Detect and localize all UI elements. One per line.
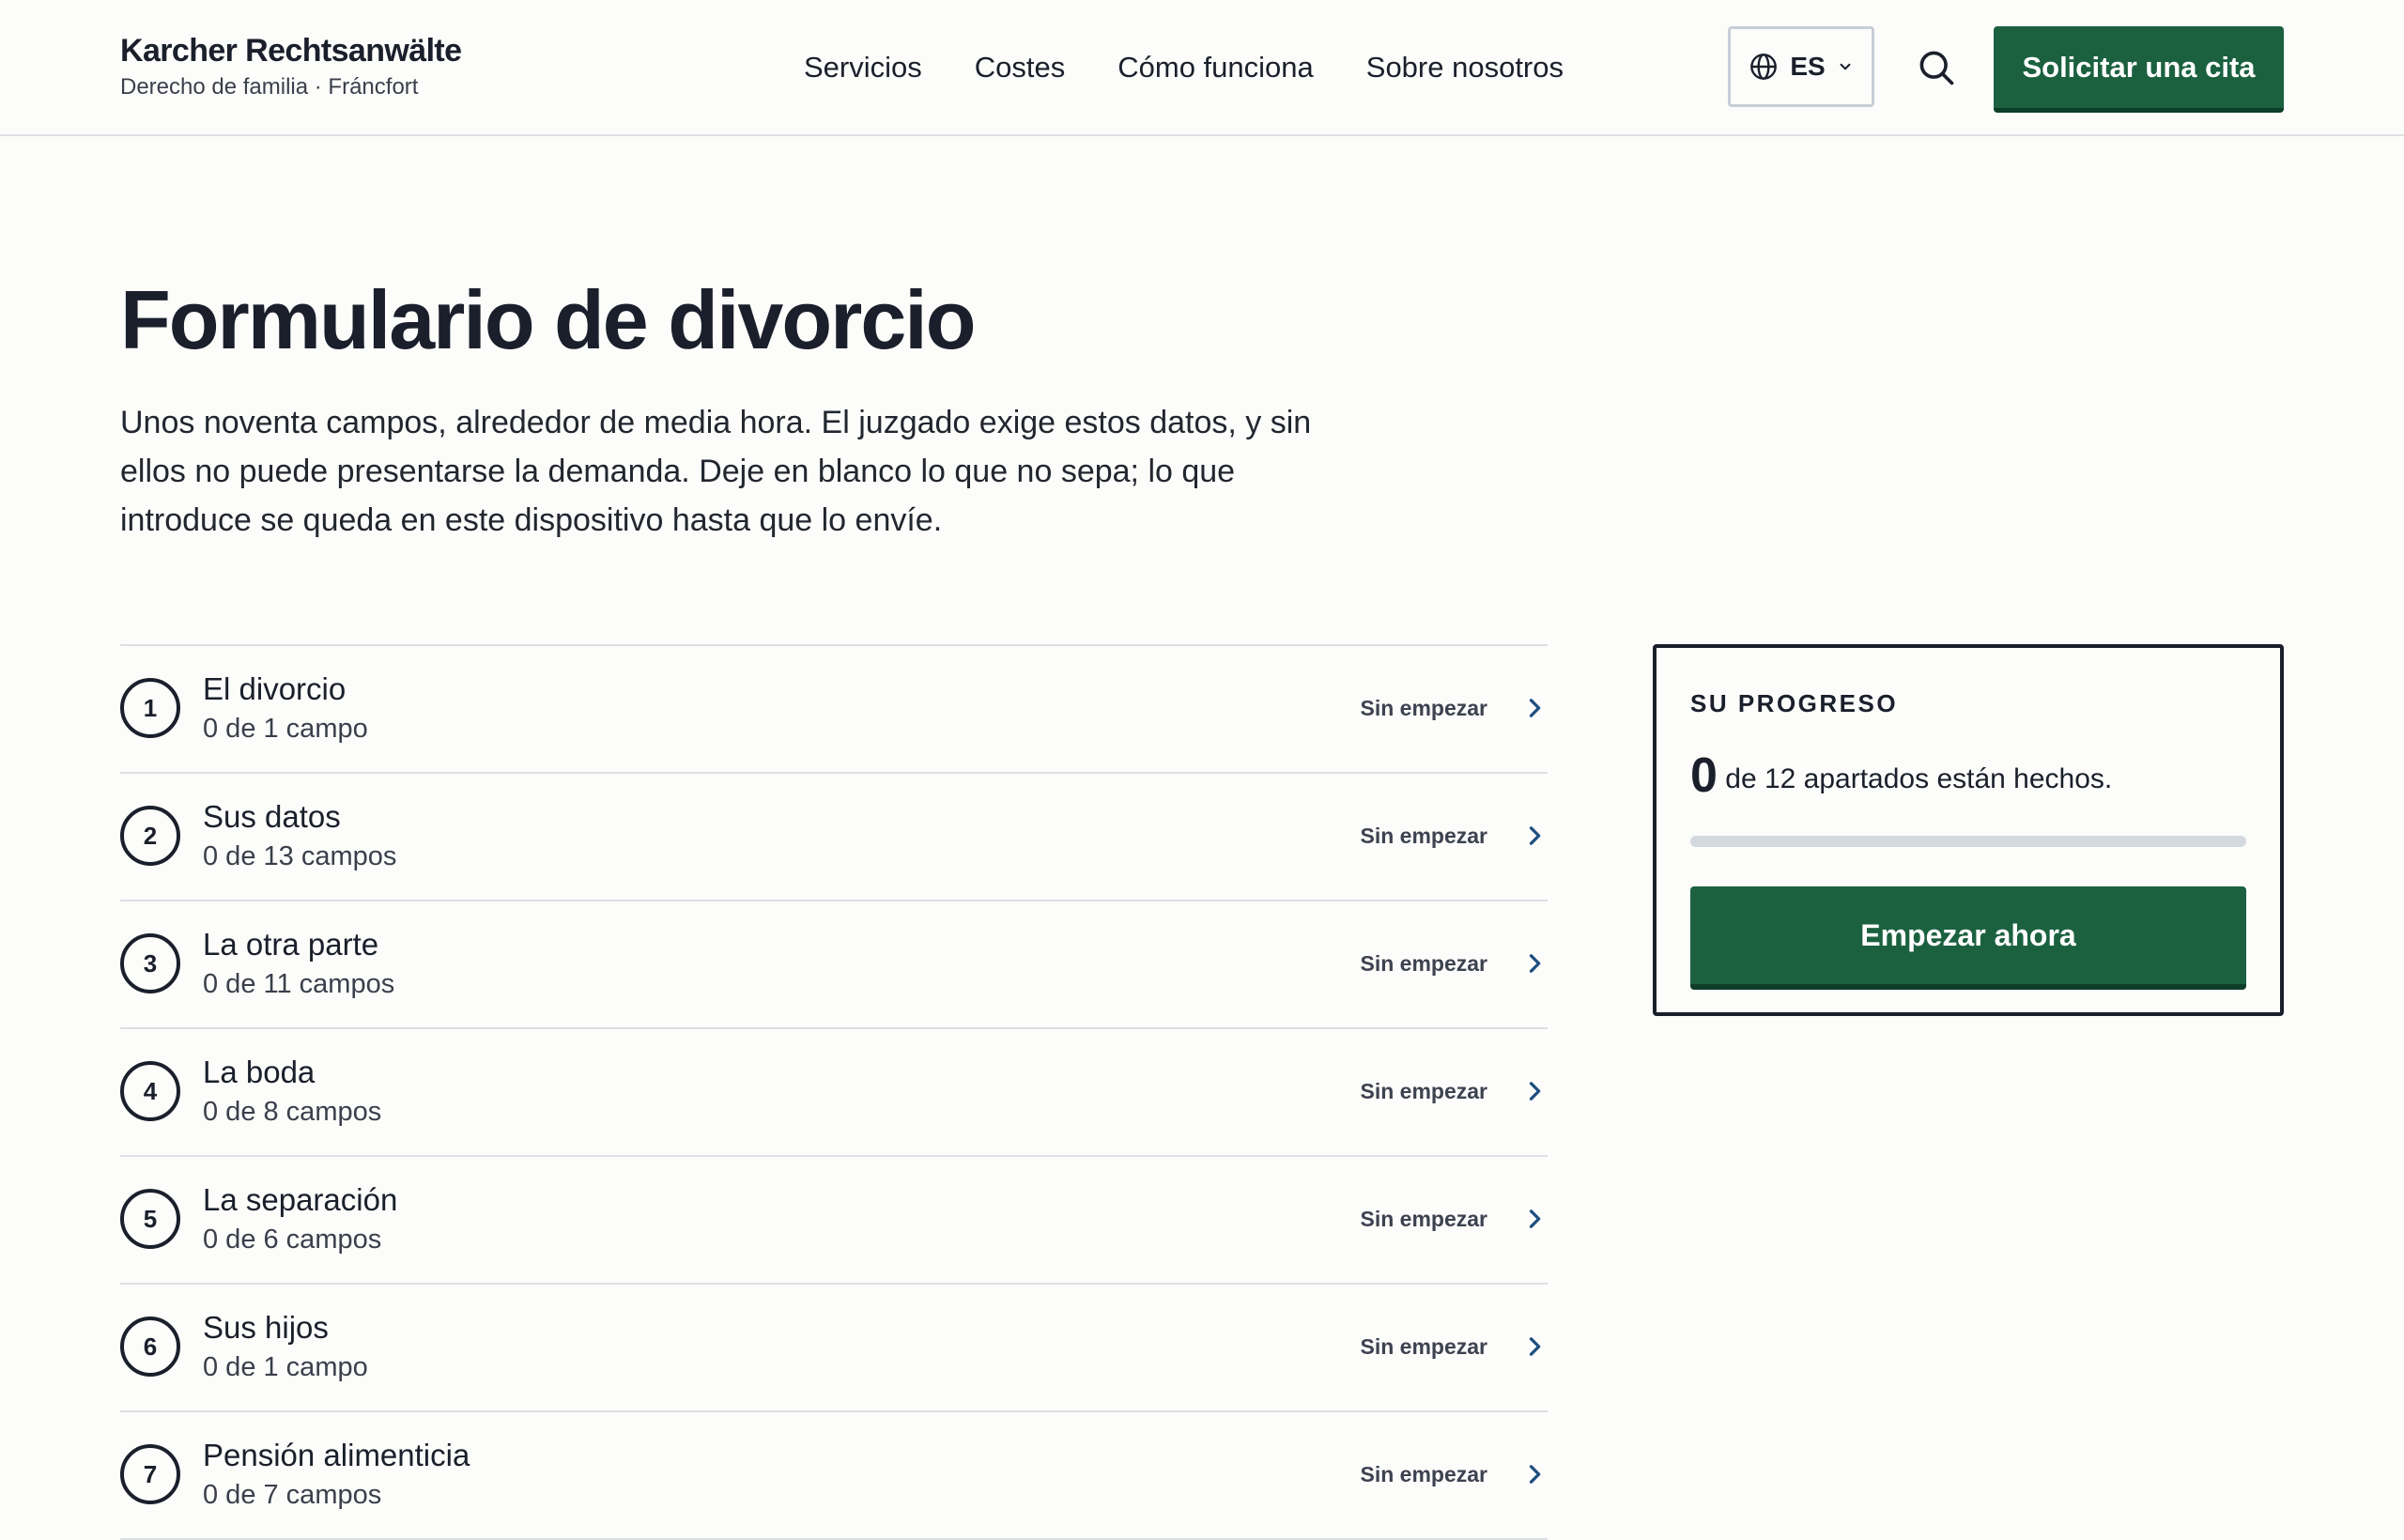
section-row-el-divorcio[interactable]: 1 El divorcio 0 de 1 campo Sin empezar: [120, 646, 1548, 774]
chevron-right-icon: [1529, 826, 1541, 845]
section-number: 3: [120, 933, 180, 993]
section-field-count: 0 de 7 campos: [203, 1480, 382, 1510]
nav-sobre-nosotros[interactable]: Sobre nosotros: [1366, 47, 1564, 88]
section-field-count: 0 de 1 campo: [203, 1352, 368, 1382]
nav-costes[interactable]: Costes: [975, 47, 1065, 88]
request-appointment-button[interactable]: Solicitar una cita: [1994, 26, 2284, 113]
section-title: La separación: [203, 1182, 398, 1217]
progress-card: SU PROGRESO 0 de 12 apartados están hech…: [1653, 644, 2284, 1016]
chevron-right-icon: [1529, 954, 1541, 973]
chevron-right-icon: [1529, 1082, 1541, 1101]
chevron-right-icon: [1529, 1209, 1541, 1228]
nav-como-funciona[interactable]: Cómo funciona: [1117, 47, 1314, 88]
section-number: 5: [120, 1189, 180, 1249]
progress-label: SU PROGRESO: [1690, 689, 1899, 717]
main-nav: Servicios Costes Cómo funciona Sobre nos…: [804, 47, 1564, 88]
section-title: La boda: [203, 1055, 316, 1089]
section-status: Sin empezar: [1360, 1079, 1488, 1103]
chevron-right-icon: [1529, 1465, 1541, 1484]
section-title: La otra parte: [203, 927, 379, 962]
brand[interactable]: Karcher Rechtsanwälte Derecho de familia…: [120, 30, 462, 101]
section-number: 7: [120, 1444, 180, 1504]
section-field-count: 0 de 8 campos: [203, 1097, 382, 1127]
progress-bar: [1690, 836, 2246, 847]
section-row-pension-alimenticia[interactable]: 7 Pensión alimenticia 0 de 7 campos Sin …: [120, 1412, 1548, 1540]
section-title: Sus hijos: [203, 1310, 329, 1345]
section-number: 2: [120, 806, 180, 866]
progress-done-count: 0: [1690, 748, 1718, 803]
nav-servicios[interactable]: Servicios: [804, 47, 922, 88]
section-number: 6: [120, 1317, 180, 1377]
page-title: Formulario de divorcio: [120, 273, 976, 366]
search-icon: [1919, 51, 1954, 85]
section-status: Sin empezar: [1360, 696, 1488, 720]
section-status: Sin empezar: [1360, 1462, 1488, 1486]
section-number: 4: [120, 1061, 180, 1121]
section-status: Sin empezar: [1360, 824, 1488, 848]
progress-status: 0 de 12 apartados están hechos.: [1690, 749, 2112, 806]
section-status: Sin empezar: [1360, 951, 1488, 976]
search-button[interactable]: [1916, 47, 1957, 88]
section-row-sus-hijos[interactable]: 6 Sus hijos 0 de 1 campo Sin empezar: [120, 1285, 1548, 1412]
page-intro: Unos noventa campos, alrededor de media …: [120, 405, 1312, 538]
globe-icon: [1750, 54, 1778, 80]
section-title: Sus datos: [203, 799, 341, 834]
form-sections-list: 1 El divorcio 0 de 1 campo Sin empezar 2…: [120, 644, 1548, 1540]
section-row-la-separacion[interactable]: 5 La separación 0 de 6 campos Sin empeza…: [120, 1157, 1548, 1285]
section-title: Pensión alimenticia: [203, 1438, 470, 1472]
section-status: Sin empezar: [1360, 1207, 1488, 1231]
language-code: ES: [1790, 52, 1826, 81]
section-row-sus-datos[interactable]: 2 Sus datos 0 de 13 campos Sin empezar: [120, 774, 1548, 901]
section-title: El divorcio: [203, 671, 347, 706]
start-now-button[interactable]: Empezar ahora: [1690, 886, 2246, 990]
section-field-count: 0 de 11 campos: [203, 969, 395, 999]
chevron-right-icon: [1529, 699, 1541, 717]
chevron-right-icon: [1529, 1337, 1541, 1356]
section-row-la-otra-parte[interactable]: 3 La otra parte 0 de 11 campos Sin empez…: [120, 901, 1548, 1029]
language-selector[interactable]: ES: [1728, 26, 1874, 107]
section-field-count: 0 de 6 campos: [203, 1224, 382, 1255]
site-header: Karcher Rechtsanwälte Derecho de familia…: [0, 0, 2404, 136]
section-status: Sin empezar: [1360, 1334, 1488, 1359]
section-field-count: 0 de 13 campos: [203, 841, 397, 871]
section-field-count: 0 de 1 campo: [203, 714, 368, 744]
brand-name: Karcher Rechtsanwälte: [120, 33, 462, 69]
section-number: 1: [120, 678, 180, 738]
section-row-la-boda[interactable]: 4 La boda 0 de 8 campos Sin empezar: [120, 1029, 1548, 1157]
progress-status-text: de 12 apartados están hechos.: [1725, 763, 2113, 794]
brand-tagline: Derecho de familia · Fráncfort: [120, 74, 419, 100]
chevron-down-icon: [1840, 63, 1851, 70]
